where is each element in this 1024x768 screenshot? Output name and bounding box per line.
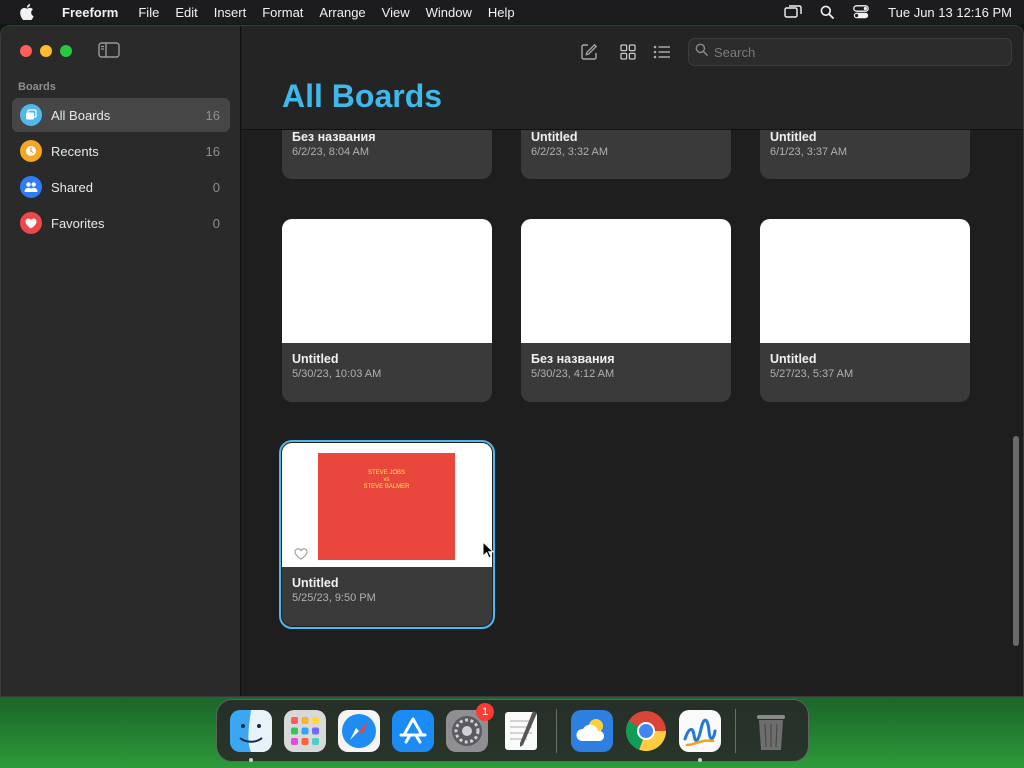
- sidebar-item-count: 16: [205, 107, 220, 123]
- dock-finder-icon[interactable]: [227, 707, 275, 762]
- window-controls: [20, 45, 72, 57]
- menu-arrange[interactable]: Arrange: [311, 5, 373, 20]
- menu-app-name[interactable]: Freeform: [54, 5, 130, 20]
- sidebar-toggle-icon[interactable]: [98, 42, 120, 60]
- board-date: 6/2/23, 3:32 AM: [531, 146, 609, 158]
- sidebar-item-label: Shared: [51, 179, 93, 195]
- new-board-button[interactable]: [577, 42, 601, 62]
- search-icon: [695, 43, 708, 61]
- menu-clock[interactable]: Tue Jun 13 12:16 PM: [880, 5, 1012, 20]
- screen-mirroring-icon[interactable]: [778, 5, 808, 19]
- sidebar-item-count: 0: [212, 179, 220, 195]
- minimize-window-button[interactable]: [40, 45, 52, 57]
- board-card[interactable]: Без названия 5/30/23, 4:12 AM: [521, 219, 731, 402]
- sidebar: Boards All Boards 16 Recents 16 Shared 0…: [1, 26, 241, 696]
- sidebar-item-favorites[interactable]: Favorites 0: [12, 206, 230, 240]
- sidebar-item-count: 16: [205, 143, 220, 159]
- search-input[interactable]: [714, 44, 994, 60]
- dock-trash-icon[interactable]: [747, 707, 795, 755]
- dock-launchpad-icon[interactable]: [281, 707, 329, 755]
- board-title: Untitled: [770, 130, 817, 144]
- search-field[interactable]: [688, 38, 1012, 66]
- sidebar-nav: All Boards 16 Recents 16 Shared 0 Favori…: [12, 98, 230, 242]
- board-date: 5/30/23, 10:03 AM: [292, 368, 382, 380]
- board-thumbnail: [282, 219, 492, 343]
- sidebar-item-recents[interactable]: Recents 16: [12, 134, 230, 168]
- dock-chrome-icon[interactable]: [622, 707, 670, 755]
- dock-separator: [735, 708, 736, 753]
- board-title: Untitled: [770, 352, 817, 366]
- vertical-scrollbar[interactable]: [1013, 436, 1019, 646]
- menu-bar: Freeform File Edit Insert Format Arrange…: [0, 0, 1024, 24]
- board-card-selected[interactable]: STEVE JOBS vs STEVE BALMER Untitled 5/25…: [279, 440, 495, 629]
- menu-insert[interactable]: Insert: [206, 5, 255, 20]
- mouse-pointer-icon: [482, 540, 495, 559]
- dock-separator: [556, 708, 557, 753]
- dock-weather-icon[interactable]: [568, 707, 616, 755]
- menu-format[interactable]: Format: [254, 5, 311, 20]
- dock-app-store-icon[interactable]: [389, 707, 437, 755]
- board-thumbnail: STEVE JOBS vs STEVE BALMER: [282, 443, 492, 567]
- board-title: Без названия: [531, 352, 615, 366]
- board-title: Untitled: [292, 352, 339, 366]
- board-date: 5/30/23, 4:12 AM: [531, 368, 615, 380]
- board-title: Untitled: [531, 130, 578, 144]
- clock-icon: [20, 140, 42, 162]
- menu-edit[interactable]: Edit: [167, 5, 205, 20]
- menu-help[interactable]: Help: [480, 5, 523, 20]
- zoom-window-button[interactable]: [60, 45, 72, 57]
- dock-system-settings-icon[interactable]: 1: [443, 702, 494, 755]
- dock-safari-icon[interactable]: [335, 707, 383, 755]
- toolbar: All Boards: [242, 26, 1023, 130]
- sidebar-item-shared[interactable]: Shared 0: [12, 170, 230, 204]
- board-card[interactable]: Untitled 5/30/23, 10:03 AM: [282, 219, 492, 402]
- board-date: 6/2/23, 8:04 AM: [292, 146, 370, 158]
- board-title: Untitled: [292, 576, 339, 590]
- favorite-heart-icon[interactable]: [294, 547, 308, 560]
- board-art-text: STEVE JOBS: [367, 470, 405, 476]
- board-thumbnail: [521, 219, 731, 343]
- spotlight-search-icon[interactable]: [812, 5, 842, 19]
- board-art-text: vs: [383, 477, 390, 483]
- notification-badge: 1: [476, 702, 494, 721]
- menu-window[interactable]: Window: [418, 5, 480, 20]
- sidebar-item-all-boards[interactable]: All Boards 16: [12, 98, 230, 132]
- running-indicator: [249, 757, 253, 762]
- board-date: 5/25/23, 9:50 PM: [292, 592, 376, 604]
- page-title: All Boards: [282, 78, 443, 114]
- apple-menu-icon[interactable]: [0, 4, 54, 20]
- menu-file[interactable]: File: [130, 5, 167, 20]
- sidebar-item-label: All Boards: [51, 107, 111, 123]
- dock-textedit-icon[interactable]: [497, 707, 545, 755]
- sidebar-item-count: 0: [212, 215, 220, 231]
- board-date: 5/27/23, 5:37 AM: [770, 368, 854, 380]
- boards-main-area: Без названия 6/2/23, 8:04 AM Untitled 6/…: [242, 26, 1023, 696]
- freeform-window: Boards All Boards 16 Recents 16 Shared 0…: [0, 25, 1024, 697]
- people-icon: [20, 176, 42, 198]
- board-artwork: STEVE JOBS vs STEVE BALMER: [318, 453, 455, 560]
- board-title: Без названия: [292, 130, 376, 144]
- running-indicator: [698, 757, 702, 762]
- board-card[interactable]: Untitled 5/27/23, 5:37 AM: [760, 219, 970, 402]
- sidebar-section-label: Boards: [18, 81, 56, 93]
- heart-icon: [20, 212, 42, 234]
- menu-view[interactable]: View: [374, 5, 418, 20]
- sidebar-item-label: Favorites: [51, 215, 105, 231]
- dock-freeform-icon[interactable]: [676, 707, 724, 762]
- board-thumbnail: [760, 219, 970, 343]
- all-boards-icon: [20, 104, 42, 126]
- grid-view-button[interactable]: [616, 42, 640, 62]
- close-window-button[interactable]: [20, 45, 32, 57]
- board-art-text: STEVE BALMER: [363, 484, 410, 490]
- control-center-icon[interactable]: [846, 5, 876, 19]
- board-date: 6/1/23, 3:37 AM: [770, 146, 848, 158]
- list-view-button[interactable]: [650, 42, 674, 62]
- sidebar-item-label: Recents: [51, 143, 99, 159]
- dock: 1: [216, 699, 809, 762]
